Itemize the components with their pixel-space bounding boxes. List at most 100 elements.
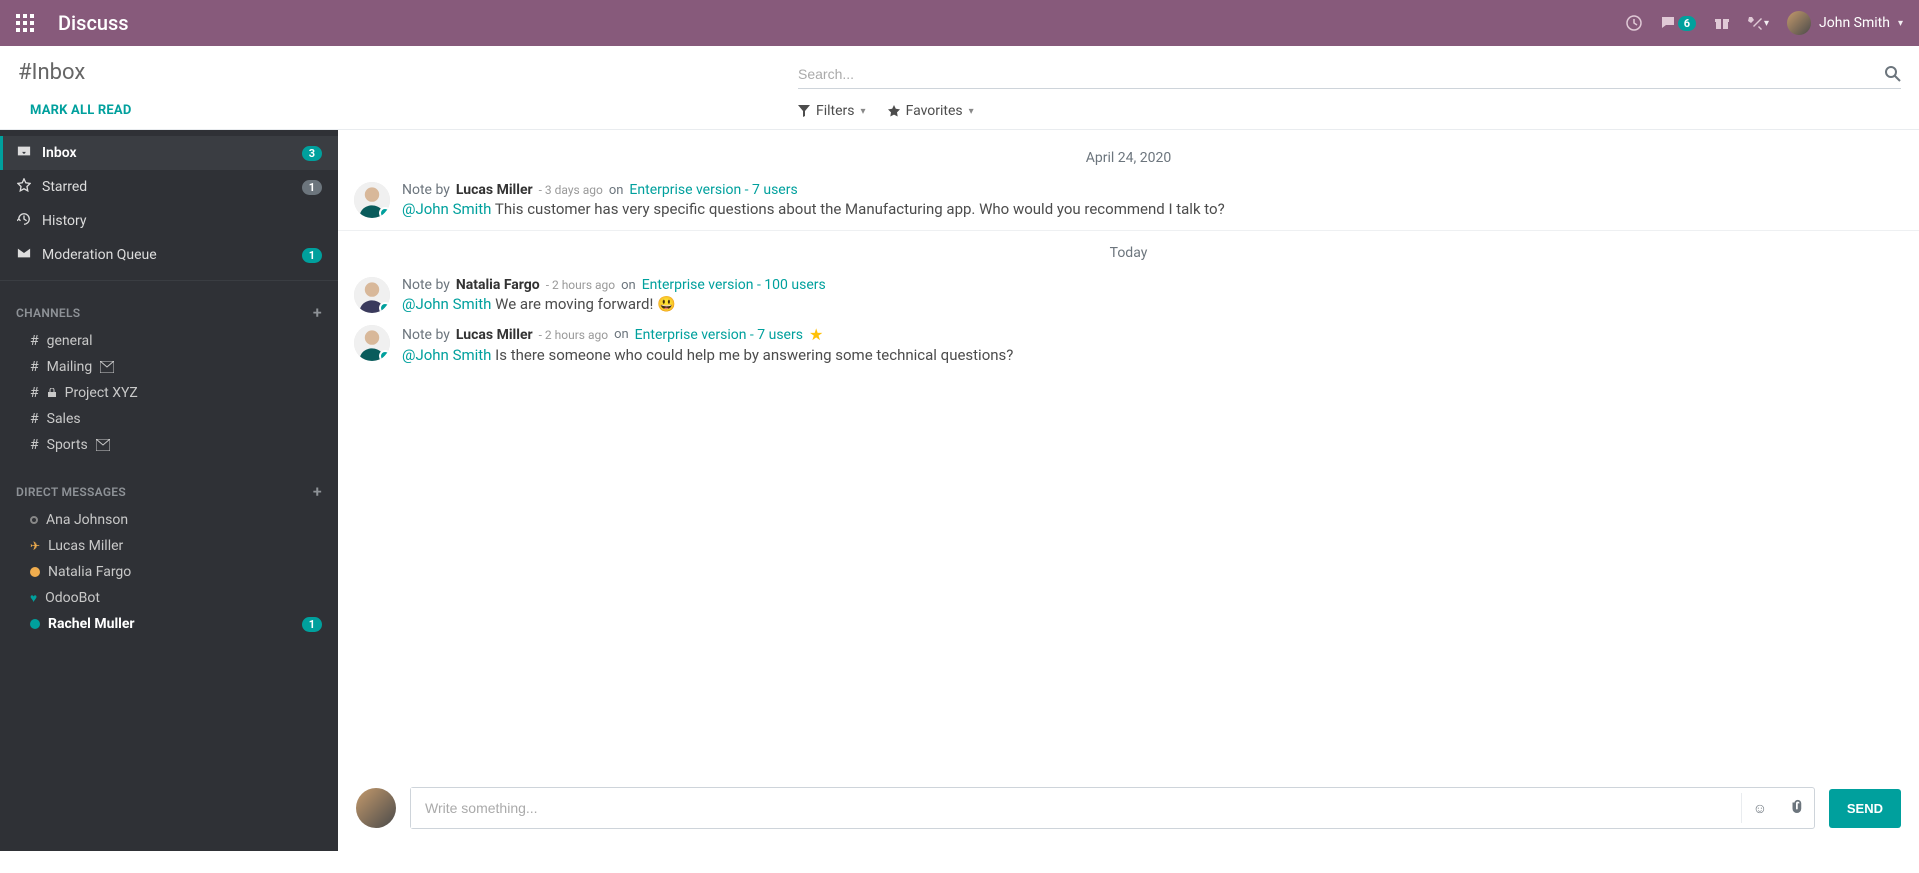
- devtools-icon[interactable]: ▾: [1748, 15, 1769, 31]
- inbox-icon: [16, 144, 32, 162]
- dm-label: Ana Johnson: [46, 512, 322, 528]
- dm-odoobot[interactable]: ♥ OdooBot: [0, 585, 338, 611]
- on-label: on: [621, 278, 636, 293]
- sidebar-item-label: Inbox: [42, 145, 292, 161]
- channels-header: CHANNELS +: [0, 289, 338, 328]
- message: Note by Lucas Miller - 3 days ago on Ent…: [338, 176, 1919, 224]
- sidebar-mailbox-history[interactable]: History: [0, 204, 338, 238]
- note-by-label: Note by: [402, 277, 450, 293]
- channel-label: Project XYZ: [65, 385, 138, 401]
- control-panel: #Inbox MARK ALL READ Filters ▾ Favorites…: [0, 46, 1919, 130]
- apps-menu-icon[interactable]: [16, 14, 34, 32]
- message-timestamp: - 2 hours ago: [539, 328, 608, 342]
- hash-icon: #: [30, 411, 39, 427]
- send-button[interactable]: SEND: [1829, 789, 1901, 828]
- dm-ana-johnson[interactable]: Ana Johnson: [0, 507, 338, 533]
- gift-icon[interactable]: [1714, 15, 1730, 31]
- message: Note by Lucas Miller - 2 hours ago on En…: [338, 319, 1919, 370]
- sidebar-item-label: Starred: [42, 179, 292, 195]
- message-count-badge: 6: [1678, 16, 1696, 31]
- message-subject-link[interactable]: Enterprise version - 7 users: [635, 327, 803, 343]
- channel-sports[interactable]: #Sports: [0, 432, 338, 458]
- note-by-label: Note by: [402, 327, 450, 343]
- dm-label: OdooBot: [45, 590, 322, 606]
- hash-icon: #: [30, 333, 39, 349]
- message-body: @John Smith This customer has very speci…: [402, 200, 1903, 218]
- channel-project-xyz[interactable]: # Project XYZ: [0, 380, 338, 406]
- dm-lucas-miller[interactable]: ✈Lucas Miller: [0, 533, 338, 559]
- search-icon[interactable]: [1885, 66, 1901, 82]
- message-avatar: [354, 277, 390, 313]
- topbar: Discuss 6 ▾ John Smith ▾: [0, 0, 1919, 46]
- lock-icon: [47, 388, 57, 398]
- channel-sales[interactable]: # Sales: [0, 406, 338, 432]
- user-menu[interactable]: John Smith ▾: [1787, 11, 1903, 35]
- channel-label: Sales: [47, 411, 81, 427]
- date-separator: April 24, 2020: [338, 136, 1919, 176]
- sidebar-mailbox-starred[interactable]: Starred 1: [0, 170, 338, 204]
- status-online-icon: [30, 619, 40, 629]
- sidebar: Inbox 3 Starred 1 History Moderation Que…: [0, 130, 338, 851]
- dm-label: Natalia Fargo: [48, 564, 322, 580]
- add-channel-button[interactable]: +: [313, 303, 322, 322]
- envelope-icon: [16, 246, 32, 264]
- status-bot-icon: ♥: [30, 591, 37, 605]
- hash-icon: #: [30, 359, 39, 375]
- emoji-icon[interactable]: ☺: [1742, 800, 1778, 817]
- hash-icon: #: [30, 385, 39, 401]
- status-away-icon: [30, 567, 40, 577]
- message-author[interactable]: Lucas Miller: [456, 327, 533, 343]
- count-badge: 1: [302, 248, 322, 263]
- channel-label: Sports: [47, 437, 88, 453]
- compose-input[interactable]: [411, 788, 1741, 828]
- dm-label: Rachel Muller: [48, 616, 294, 632]
- envelope-icon: [96, 439, 110, 451]
- app-title[interactable]: Discuss: [58, 11, 129, 35]
- message-avatar: [354, 182, 390, 218]
- on-label: on: [614, 327, 629, 342]
- channel-mailing[interactable]: #Mailing: [0, 354, 338, 380]
- mention[interactable]: @John Smith: [402, 346, 491, 364]
- direct-messages-header: DIRECT MESSAGES +: [0, 468, 338, 507]
- status-away-icon: ✈: [30, 539, 40, 553]
- presence-icon: [379, 207, 390, 218]
- compose-box: ☺: [410, 787, 1815, 829]
- message-timestamp: - 2 hours ago: [546, 278, 615, 292]
- count-badge: 3: [302, 146, 322, 161]
- mention[interactable]: @John Smith: [402, 200, 491, 218]
- search-input[interactable]: [798, 60, 1885, 88]
- filters-label: Filters: [816, 103, 855, 119]
- add-dm-button[interactable]: +: [313, 482, 322, 501]
- history-icon: [16, 212, 32, 230]
- dm-natalia-fargo[interactable]: Natalia Fargo: [0, 559, 338, 585]
- message-author[interactable]: Natalia Fargo: [456, 277, 540, 293]
- star-icon: [16, 178, 32, 196]
- message-author[interactable]: Lucas Miller: [456, 182, 533, 198]
- filter-icon: [798, 105, 810, 117]
- count-badge: 1: [302, 180, 322, 195]
- dm-rachel-muller[interactable]: Rachel Muller 1: [0, 611, 338, 637]
- compose-avatar: [356, 788, 396, 828]
- count-badge: 1: [302, 617, 322, 632]
- on-label: on: [609, 183, 624, 198]
- presence-icon: [379, 302, 390, 313]
- search-bar: [798, 60, 1901, 89]
- sidebar-mailbox-inbox[interactable]: Inbox 3: [0, 136, 338, 170]
- star-icon: [888, 105, 900, 117]
- sidebar-mailbox-moderation-queue[interactable]: Moderation Queue 1: [0, 238, 338, 272]
- user-name: John Smith: [1819, 15, 1890, 31]
- attachment-icon[interactable]: [1778, 799, 1814, 817]
- favorites-menu[interactable]: Favorites ▾: [888, 103, 974, 119]
- activities-icon[interactable]: [1626, 15, 1642, 31]
- mention[interactable]: @John Smith: [402, 295, 491, 313]
- message-subject-link[interactable]: Enterprise version - 7 users: [629, 182, 797, 198]
- starred-icon[interactable]: ★: [809, 325, 823, 344]
- user-avatar-icon: [1787, 11, 1811, 35]
- date-separator: Today: [338, 230, 1919, 271]
- presence-icon: [379, 350, 390, 361]
- filters-menu[interactable]: Filters ▾: [798, 103, 866, 119]
- mark-all-read-button[interactable]: MARK ALL READ: [18, 103, 758, 118]
- message-subject-link[interactable]: Enterprise version - 100 users: [642, 277, 826, 293]
- messaging-icon[interactable]: 6: [1660, 15, 1696, 31]
- channel-general[interactable]: #general: [0, 328, 338, 354]
